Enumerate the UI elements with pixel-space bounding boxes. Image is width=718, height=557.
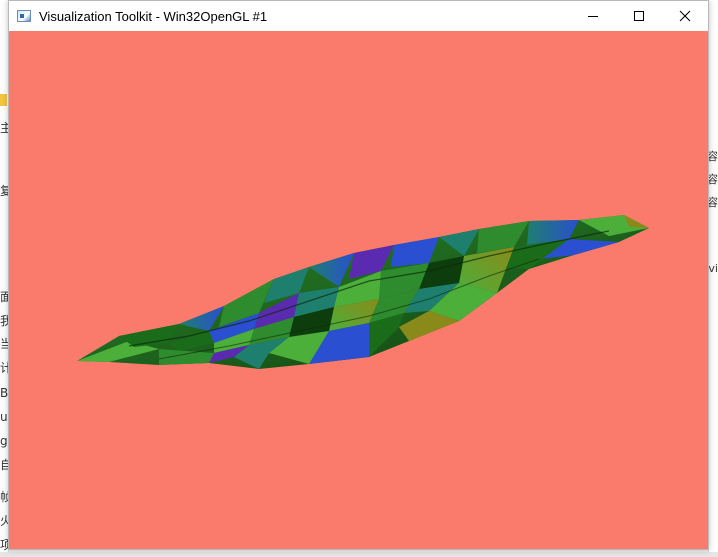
- render-viewport[interactable]: [9, 31, 708, 549]
- background-app-right-strip: 容 容 容 vi: [707, 0, 718, 557]
- maximize-button[interactable]: [616, 1, 662, 31]
- vtk-app-icon: [17, 10, 31, 22]
- folder-icon: [0, 94, 7, 106]
- vtk-render-window: Visualization Toolkit - Win32OpenGL #1: [8, 0, 709, 550]
- window-title: Visualization Toolkit - Win32OpenGL #1: [39, 8, 268, 24]
- minimize-button[interactable]: [570, 1, 616, 31]
- close-icon: [679, 10, 691, 22]
- title-bar[interactable]: Visualization Toolkit - Win32OpenGL #1: [9, 1, 708, 31]
- terrain-surface[interactable]: [9, 31, 708, 549]
- background-text: g: [0, 434, 8, 448]
- close-button[interactable]: [662, 1, 708, 31]
- background-text: vi: [708, 262, 718, 275]
- background-app-bottom-strip: [0, 552, 718, 557]
- maximize-icon: [634, 11, 644, 21]
- background-text: u: [0, 410, 8, 424]
- minimize-icon: [588, 16, 598, 17]
- background-text: B: [0, 386, 9, 400]
